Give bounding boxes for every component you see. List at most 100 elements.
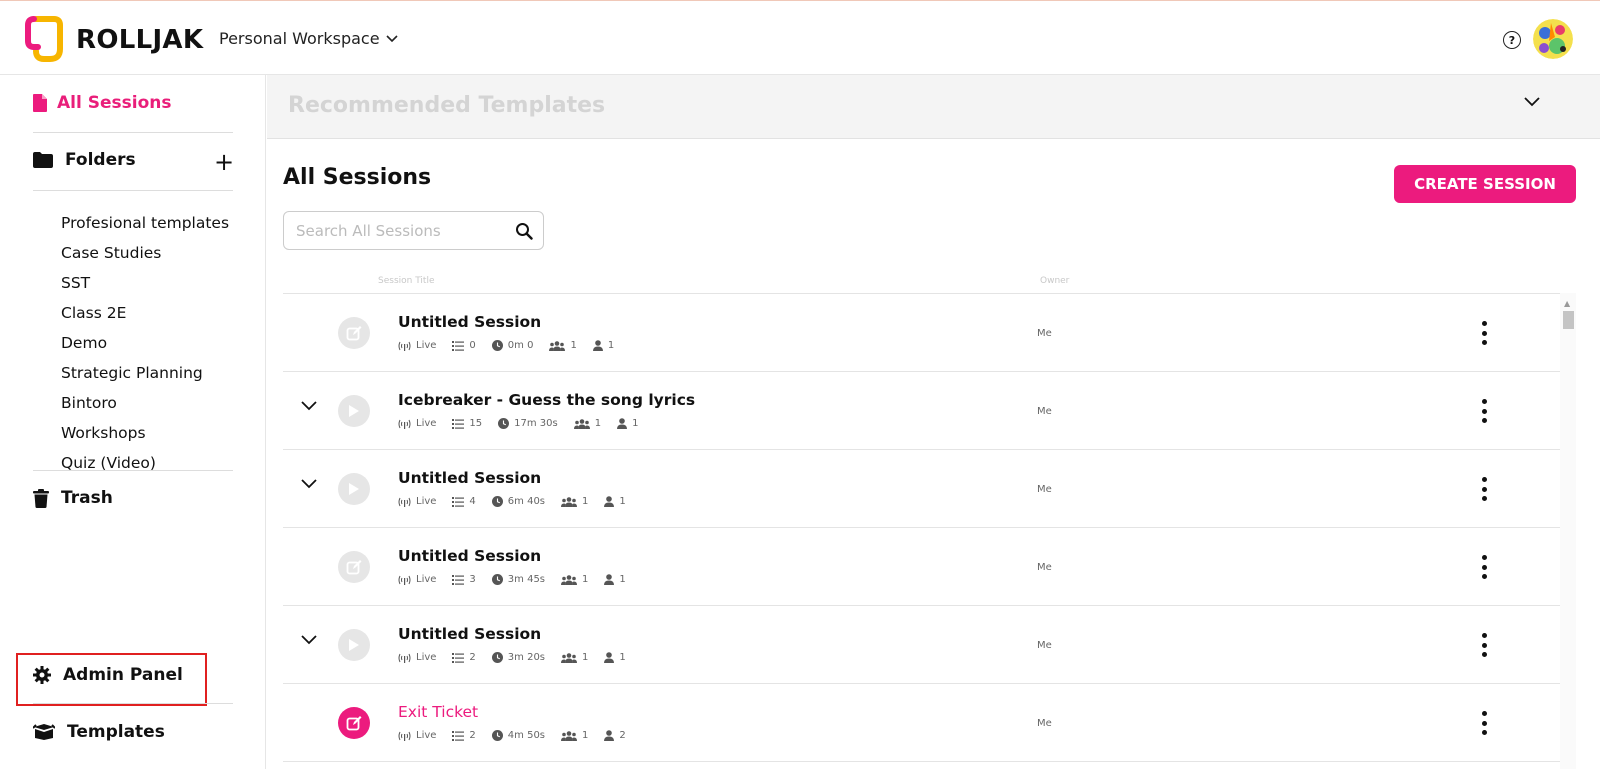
meta-groups: 1 — [561, 652, 588, 663]
list-icon — [452, 340, 465, 351]
scrollbar[interactable] — [1560, 293, 1576, 769]
status-text: Live — [416, 652, 437, 663]
chevron-down-icon[interactable] — [301, 635, 317, 645]
avatar-image — [1533, 19, 1573, 59]
user-icon — [604, 652, 615, 663]
kebab-icon[interactable] — [1478, 396, 1490, 426]
edit-button[interactable] — [338, 707, 370, 739]
questions-count: 15 — [469, 418, 483, 429]
edit-icon — [346, 326, 362, 341]
top-bar: ROLLJAK Personal Workspace ? — [0, 0, 1600, 75]
participants-count: 1 — [619, 496, 626, 507]
scrollbar-thumb[interactable] — [1563, 311, 1574, 329]
table-row[interactable]: Icebreaker - Guess the song lyrics Live 15… — [283, 372, 1560, 450]
session-title[interactable]: Icebreaker - Guess the song lyrics — [398, 391, 695, 409]
participants-count: 2 — [619, 730, 626, 741]
meta-questions: 15 — [452, 418, 482, 429]
meta-status: Live — [398, 340, 436, 351]
kebab-icon[interactable] — [1478, 474, 1490, 504]
folders-label: Folders — [65, 150, 136, 170]
play-button[interactable] — [338, 629, 370, 661]
duration-text: 3m 45s — [507, 574, 546, 585]
groups-count: 1 — [582, 574, 589, 585]
play-icon — [349, 405, 359, 417]
duration-text: 17m 30s — [514, 418, 558, 429]
folder-item[interactable]: Case Studies — [61, 238, 229, 268]
chevron-down-icon[interactable] — [301, 401, 317, 411]
kebab-icon[interactable] — [1478, 552, 1490, 582]
folder-item[interactable]: Profesional templates — [61, 208, 229, 238]
folder-item[interactable]: Class 2E — [61, 298, 229, 328]
folder-item[interactable]: Bintoro — [61, 388, 229, 418]
session-title[interactable]: Untitled Session — [398, 313, 541, 331]
document-icon — [33, 94, 47, 112]
user-icon — [604, 496, 615, 507]
search-box[interactable] — [283, 211, 544, 250]
meta-questions: 2 — [452, 652, 476, 663]
duration-text: 6m 40s — [507, 496, 546, 507]
table-row[interactable]: Exit Ticket Live 2 4m 50s 1 2 Me — [283, 684, 1560, 762]
chevron-down-icon[interactable] — [301, 479, 317, 489]
folder-item[interactable]: SST — [61, 268, 229, 298]
meta-questions: 3 — [452, 574, 476, 585]
status-text: Live — [416, 496, 437, 507]
session-title[interactable]: Exit Ticket — [398, 703, 478, 721]
recommended-templates-bar[interactable]: Recommended Templates — [267, 75, 1600, 139]
session-meta: Live 2 3m 20s 1 1 — [398, 652, 626, 663]
meta-participants: 1 — [592, 340, 614, 351]
column-header-owner: Owner — [1040, 276, 1070, 286]
folder-item[interactable]: Workshops — [61, 418, 229, 448]
edit-button[interactable] — [338, 317, 370, 349]
search-icon[interactable] — [515, 222, 533, 240]
help-icon[interactable]: ? — [1503, 31, 1521, 49]
groups-count: 1 — [582, 496, 589, 507]
folder-item[interactable]: Strategic Planning — [61, 358, 229, 388]
session-meta: Live 4 6m 40s 1 1 — [398, 496, 626, 507]
chevron-down-icon[interactable] — [1524, 97, 1540, 107]
search-input[interactable] — [296, 221, 506, 241]
list-icon — [452, 730, 465, 741]
groups-count: 1 — [582, 730, 589, 741]
folder-item[interactable]: Quiz (Video) — [61, 448, 229, 478]
workspace-selector[interactable]: Personal Workspace — [219, 29, 398, 48]
session-title[interactable]: Untitled Session — [398, 469, 541, 487]
broadcast-icon — [398, 653, 411, 663]
sidebar-item-all-sessions[interactable]: All Sessions — [33, 93, 171, 113]
session-title[interactable]: Untitled Session — [398, 625, 541, 643]
table-row[interactable]: Untitled Session Live 3 3m 45s 1 1 Me — [283, 528, 1560, 606]
sidebar-item-admin-panel[interactable]: Admin Panel — [33, 665, 183, 685]
admin-panel-label: Admin Panel — [63, 665, 183, 685]
clock-icon — [491, 730, 503, 741]
group-icon — [561, 730, 578, 741]
table-row[interactable]: Untitled Session Live 4 6m 40s 1 1 Me — [283, 450, 1560, 528]
folder-item[interactable]: Demo — [61, 328, 229, 358]
scroll-up-arrow[interactable]: ▲ — [1564, 299, 1570, 308]
questions-count: 4 — [469, 496, 476, 507]
session-table: Untitled Session Live 0 0m 0 1 1 Me Icebreaker … — [283, 293, 1560, 769]
edit-button[interactable] — [338, 551, 370, 583]
kebab-icon[interactable] — [1478, 630, 1490, 660]
status-text: Live — [416, 574, 437, 585]
kebab-icon[interactable] — [1478, 318, 1490, 348]
session-title[interactable]: Untitled Session — [398, 547, 541, 565]
user-icon — [592, 340, 603, 351]
kebab-icon[interactable] — [1478, 708, 1490, 738]
table-row[interactable]: Untitled Session Live 2 3m 20s 1 1 Me — [283, 606, 1560, 684]
templates-label: Templates — [67, 722, 165, 742]
logo[interactable]: ROLLJAK — [24, 15, 203, 65]
play-button[interactable] — [338, 473, 370, 505]
page-title: All Sessions — [283, 165, 432, 190]
play-button[interactable] — [338, 395, 370, 427]
table-row[interactable]: Untitled Session Live 0 0m 0 1 1 Me — [283, 294, 1560, 372]
box-icon — [33, 724, 55, 740]
owner-text: Me — [1037, 328, 1052, 339]
plus-icon[interactable]: + — [214, 148, 234, 176]
create-session-button[interactable]: CREATE SESSION — [1394, 165, 1576, 203]
meta-duration: 17m 30s — [498, 418, 558, 429]
avatar[interactable] — [1533, 19, 1573, 59]
sidebar-item-templates[interactable]: Templates — [33, 722, 165, 742]
sidebar-item-folders[interactable]: Folders — [33, 150, 136, 170]
all-sessions-label: All Sessions — [57, 93, 172, 113]
workspace-label: Personal Workspace — [219, 29, 380, 48]
sidebar-item-trash[interactable]: Trash — [33, 488, 113, 508]
